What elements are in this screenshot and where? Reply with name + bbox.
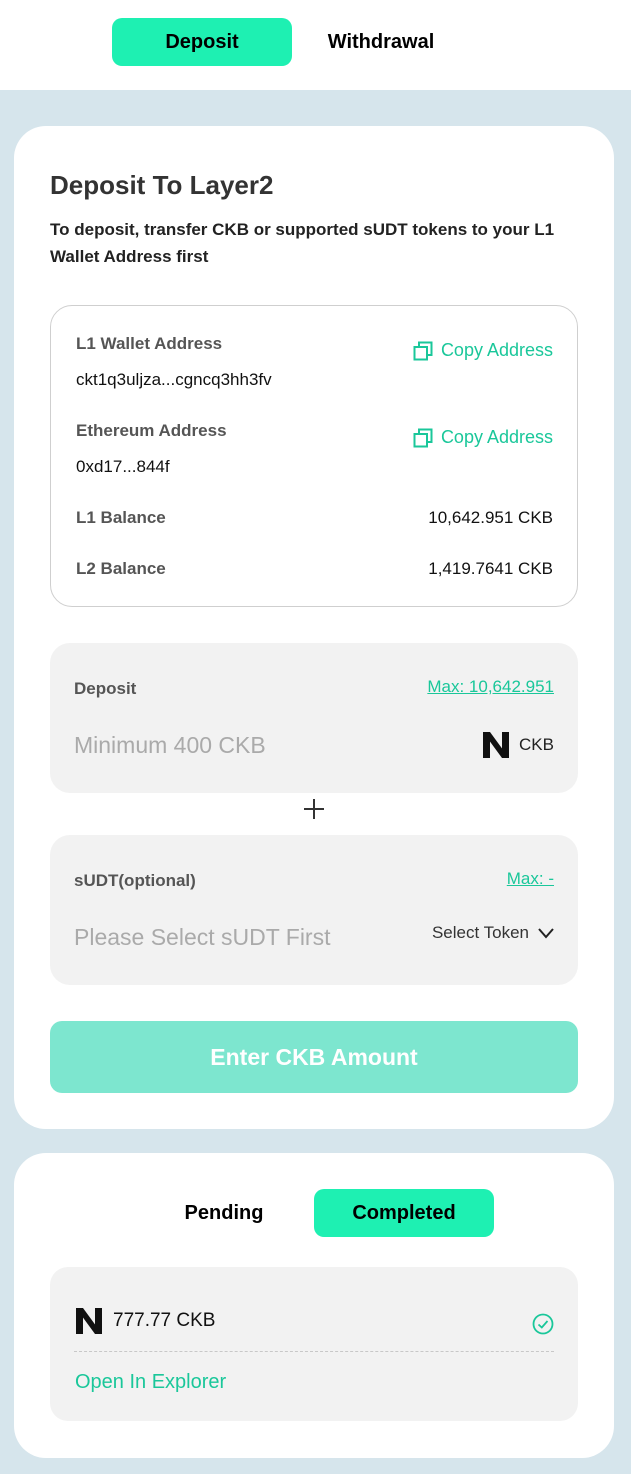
list-item: 777.77 CKB Open In Explorer <box>50 1267 578 1421</box>
max-sudt-link[interactable]: Max: - <box>507 869 554 889</box>
l2-balance-value: 1,419.7641 CKB <box>428 559 553 578</box>
top-tab-bar: Deposit Withdrawal <box>0 0 631 90</box>
sudt-amount-input[interactable] <box>74 919 404 955</box>
copy-icon <box>413 341 433 360</box>
select-token-label: Select Token <box>431 923 529 942</box>
l1-wallet-label: L1 Wallet Address <box>76 334 223 353</box>
eth-address: 0xd17...844f <box>76 457 170 476</box>
tab-withdrawal[interactable]: Withdrawal <box>291 18 471 66</box>
tx-amount: 777.77 CKB <box>75 1307 215 1335</box>
tab-pending[interactable]: Pending <box>134 1189 314 1237</box>
ckb-token-label: CKB <box>519 735 554 754</box>
enter-ckb-amount-button[interactable]: Enter CKB Amount <box>50 1021 578 1093</box>
ckb-token: CKB <box>482 731 554 759</box>
max-deposit-link[interactable]: Max: 10,642.951 <box>427 677 554 697</box>
tx-amount-value: 777.77 CKB <box>113 1310 216 1331</box>
deposit-instructions: To deposit, transfer CKB or supported sU… <box>50 220 555 266</box>
eth-address-label: Ethereum Address <box>76 421 227 440</box>
address-info-box: L1 Wallet Address ckt1q3uljza...cgncq3hh… <box>50 305 578 607</box>
copy-icon <box>413 428 433 447</box>
copy-eth-address-label: Copy Address <box>440 427 553 447</box>
l1-wallet-address: ckt1q3uljza...cgncq3hh3fv <box>76 370 272 389</box>
chevron-down-icon <box>538 928 554 939</box>
deposit-card: Deposit To Layer2 To deposit, transfer C… <box>14 126 614 1129</box>
open-in-explorer-link[interactable]: Open In Explorer <box>75 1371 226 1394</box>
tab-completed[interactable]: Completed <box>314 1189 494 1237</box>
plus-icon <box>302 797 326 821</box>
nervos-logo-icon <box>76 1308 102 1334</box>
l1-balance-value: 10,642.951 CKB <box>428 508 553 527</box>
tab-deposit[interactable]: Deposit <box>112 18 292 66</box>
l1-balance-label: L1 Balance <box>76 508 166 527</box>
copy-eth-address-button[interactable]: Copy Address <box>413 427 553 448</box>
copy-l1-address-button[interactable]: Copy Address <box>413 340 553 361</box>
copy-l1-address-label: Copy Address <box>440 340 553 360</box>
history-card: Pending Completed 777.77 CKB Open In Exp… <box>14 1153 614 1458</box>
divider <box>74 1351 554 1352</box>
sudt-panel: sUDT(optional) Max: - Select Token <box>50 835 578 985</box>
sudt-label: sUDT(optional) <box>74 871 196 890</box>
l2-balance-label: L2 Balance <box>76 559 166 578</box>
select-token-dropdown[interactable]: Select Token <box>432 923 554 943</box>
page-title: Deposit To Layer2 <box>50 170 274 200</box>
deposit-amount-label: Deposit <box>74 679 137 698</box>
deposit-amount-input[interactable] <box>74 727 404 763</box>
check-circle-icon <box>532 1313 554 1335</box>
nervos-logo-icon <box>483 732 510 758</box>
deposit-amount-panel: Deposit Max: 10,642.951 CKB <box>50 643 578 793</box>
